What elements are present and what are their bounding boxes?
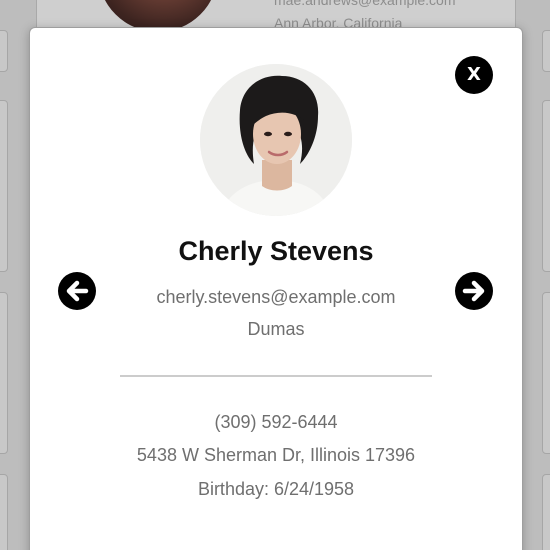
contact-phone: (309) 592-6444 [214,412,338,432]
background-card-edge-left [0,100,8,272]
background-card-edge-left [0,474,8,550]
background-email: mae.andrews@example.com [274,0,456,8]
arrow-right-icon [462,280,485,302]
contact-name: Cherly Stevens [178,236,374,266]
arrow-left-icon [66,280,89,302]
contact-city: Dumas [247,319,305,339]
divider [120,375,432,377]
background-card-edge-right [542,474,550,550]
contact-email: cherly.stevens@example.com [156,287,396,307]
contact-birthday: Birthday: 6/24/1958 [197,479,355,499]
contact-detail-modal: X Cherly Stevens cherly.stevens@example.… [29,27,523,550]
background-card-edge-right [542,100,550,272]
next-contact-button[interactable] [455,272,493,310]
contact-address: 5438 W Sherman Dr, Illinois 17396 [136,445,416,465]
background-card-edge-left [0,292,8,454]
avatar [200,64,352,216]
close-icon: X [467,64,481,85]
background-card-edge-right [542,30,550,72]
background-card-edge-left [0,30,8,72]
background-card-edge-right [542,292,550,454]
close-button[interactable]: X [455,56,493,94]
previous-contact-button[interactable] [58,272,96,310]
